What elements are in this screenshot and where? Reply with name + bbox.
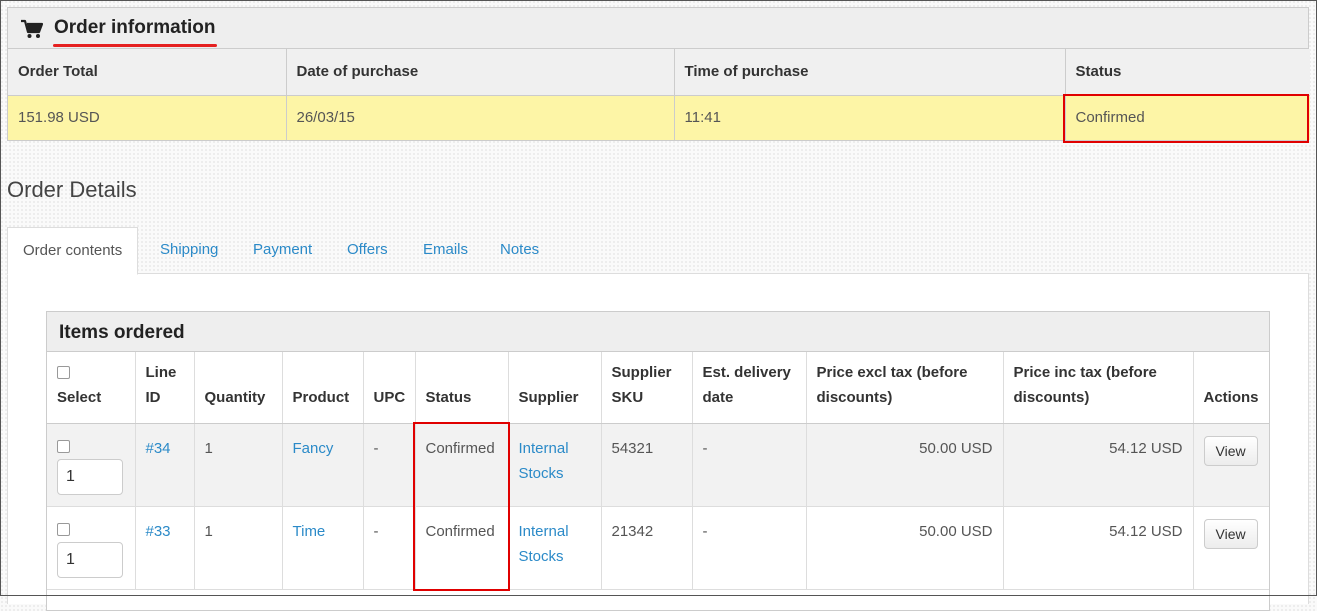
upc-cell: - bbox=[363, 506, 416, 590]
line-id-link[interactable]: #33 bbox=[146, 523, 171, 540]
supplier-link[interactable]: Internal Stocks bbox=[519, 440, 569, 482]
supplier-link[interactable]: Internal Stocks bbox=[519, 523, 569, 565]
order-details-title: Order Details bbox=[7, 177, 137, 202]
order-summary-header-row: Order Total Date of purchase Time of pur… bbox=[8, 49, 1310, 96]
product-link[interactable]: Fancy bbox=[293, 440, 334, 457]
product-cell: Fancy bbox=[282, 423, 364, 507]
view-button[interactable]: View bbox=[1203, 435, 1258, 466]
order-details-tabs: Order contents Shipping Payment Offers E… bbox=[7, 227, 1309, 275]
col-order-total: Order Total bbox=[8, 49, 287, 96]
actions-cell: View bbox=[1193, 423, 1269, 507]
status-column-annotation-box bbox=[413, 422, 510, 591]
shopping-cart-icon bbox=[21, 19, 43, 38]
col-price-excl: Price excl tax (before discounts) bbox=[806, 352, 1004, 424]
line-id-cell: #34 bbox=[135, 423, 195, 507]
quantity-input[interactable] bbox=[57, 458, 123, 495]
table-row: #34 1 Fancy - Confirmed Internal Stocks … bbox=[47, 423, 1269, 507]
supplier-cell: Internal Stocks bbox=[508, 423, 602, 507]
col-line-id: Line ID bbox=[135, 352, 195, 424]
items-ordered-title: Items ordered bbox=[59, 322, 185, 343]
tab-shipping[interactable]: Shipping bbox=[160, 227, 218, 274]
row-select-checkbox[interactable] bbox=[57, 522, 70, 536]
order-information-title: Order information bbox=[54, 17, 216, 38]
time-of-purchase-value: 11:41 bbox=[674, 95, 1066, 140]
tab-emails[interactable]: Emails bbox=[423, 227, 468, 274]
quantity-input[interactable] bbox=[57, 541, 123, 578]
tab-notes[interactable]: Notes bbox=[500, 227, 539, 274]
order-information-header: Order information bbox=[8, 8, 1308, 49]
table-row: #33 1 Time - Confirmed Internal Stocks 2… bbox=[47, 506, 1269, 590]
order-total-value: 151.98 USD bbox=[8, 95, 287, 140]
price-excl-cell: 50.00 USD bbox=[806, 423, 1004, 507]
col-upc: UPC bbox=[363, 352, 416, 424]
product-cell: Time bbox=[282, 506, 364, 590]
col-item-status: Status bbox=[415, 352, 509, 424]
col-supplier-sku: Supplier SKU bbox=[601, 352, 693, 424]
row-select-checkbox[interactable] bbox=[57, 439, 70, 453]
upc-cell: - bbox=[363, 423, 416, 507]
view-button[interactable]: View bbox=[1203, 518, 1258, 549]
col-select-label: Select bbox=[57, 388, 102, 406]
supplier-sku-cell: 54321 bbox=[601, 423, 693, 507]
tab-order-contents[interactable]: Order contents bbox=[7, 227, 139, 275]
date-of-purchase-value: 26/03/15 bbox=[286, 95, 675, 140]
col-status: Status bbox=[1065, 49, 1310, 96]
col-time-of-purchase: Time of purchase bbox=[674, 49, 1066, 96]
select-all-checkbox[interactable] bbox=[57, 365, 70, 379]
line-id-cell: #33 bbox=[135, 506, 195, 590]
title-annotation-underline bbox=[53, 44, 217, 47]
col-supplier: Supplier bbox=[508, 352, 602, 424]
tab-payment[interactable]: Payment bbox=[253, 227, 312, 274]
col-date-of-purchase: Date of purchase bbox=[286, 49, 675, 96]
price-inc-cell: 54.12 USD bbox=[1003, 423, 1194, 507]
col-product: Product bbox=[282, 352, 364, 424]
actions-cell: View bbox=[1193, 506, 1269, 590]
items-header-row: Select Line ID Quantity Product UPC Stat… bbox=[47, 352, 1269, 424]
col-price-inc: Price inc tax (before discounts) bbox=[1003, 352, 1194, 424]
items-ordered-panel: Items ordered Select Line ID Quantity Pr… bbox=[46, 311, 1270, 611]
supplier-sku-cell: 21342 bbox=[601, 506, 693, 590]
est-delivery-cell: - bbox=[692, 506, 807, 590]
tab-offers[interactable]: Offers bbox=[347, 227, 388, 274]
price-excl-cell: 50.00 USD bbox=[806, 506, 1004, 590]
col-quantity: Quantity bbox=[194, 352, 283, 424]
col-est-delivery: Est. delivery date bbox=[692, 352, 807, 424]
items-table: Select Line ID Quantity Product UPC Stat… bbox=[47, 352, 1269, 590]
line-id-link[interactable]: #34 bbox=[146, 440, 171, 457]
price-inc-cell: 54.12 USD bbox=[1003, 506, 1194, 590]
est-delivery-cell: - bbox=[692, 423, 807, 507]
col-select: Select bbox=[47, 352, 136, 424]
product-link[interactable]: Time bbox=[293, 523, 326, 540]
supplier-cell: Internal Stocks bbox=[508, 506, 602, 590]
col-actions: Actions bbox=[1193, 352, 1269, 424]
items-ordered-header: Items ordered bbox=[47, 312, 1269, 352]
select-cell bbox=[47, 506, 136, 590]
status-annotation-box bbox=[1063, 94, 1309, 143]
select-cell bbox=[47, 423, 136, 507]
quantity-cell: 1 bbox=[194, 423, 283, 507]
quantity-cell: 1 bbox=[194, 506, 283, 590]
